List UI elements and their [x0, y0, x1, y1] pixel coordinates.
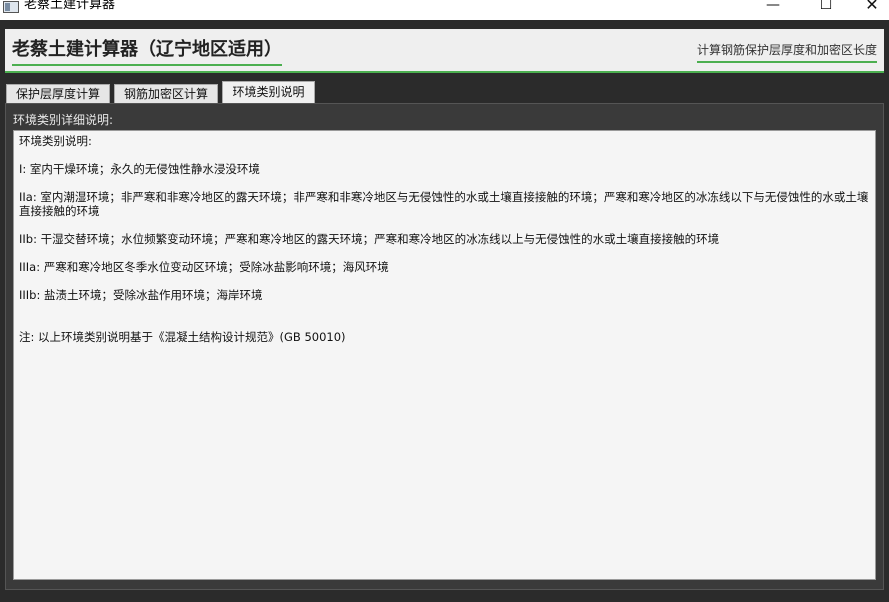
app-header: 老蔡土建计算器（辽宁地区适用） 计算钢筋保护层厚度和加密区长度: [5, 29, 884, 73]
category-iia: IIa: 室内潮湿环境；非严寒和非寒冷地区的露天环境；非严寒和非寒冷地区与无侵蚀…: [19, 190, 869, 218]
tab-environment-categories[interactable]: 环境类别说明: [222, 81, 315, 103]
description-heading: 环境类别说明:: [19, 134, 92, 148]
minimize-button[interactable]: —: [750, 0, 796, 14]
title-bar: 老蔡土建计算器 — ☐ ✕: [0, 0, 889, 20]
page-subtitle: 计算钢筋保护层厚度和加密区长度: [696, 43, 877, 63]
tab-densification-zone[interactable]: 钢筋加密区计算: [114, 84, 218, 103]
note: 注: 以上环境类别说明基于《混凝土结构设计规范》(GB 50010): [19, 330, 346, 344]
app-icon: [3, 1, 19, 13]
window-title: 老蔡土建计算器: [24, 0, 116, 12]
category-iiib: IIIb: 盐渍土环境；受除冰盐作用环境；海岸环境: [19, 288, 263, 302]
category-iiia: IIIa: 严寒和寒冷地区冬季水位变动区环境；受除冰盐影响环境；海风环境: [19, 260, 389, 274]
page-title: 老蔡土建计算器（辽宁地区适用）: [12, 39, 282, 66]
maximize-button[interactable]: ☐: [803, 0, 849, 14]
close-button[interactable]: ✕: [849, 0, 889, 14]
environment-description-textarea[interactable]: 环境类别说明: I: 室内干燥环境；永久的无侵蚀性静水浸没环境 IIa: 室内潮…: [13, 130, 876, 580]
category-iib: IIb: 干湿交替环境；水位频繁变动环境；严寒和寒冷地区的露天环境；严寒和寒冷地…: [19, 232, 720, 246]
tab-cover-thickness[interactable]: 保护层厚度计算: [6, 84, 110, 103]
details-label: 环境类别详细说明:: [13, 113, 114, 127]
category-i: I: 室内干燥环境；永久的无侵蚀性静水浸没环境: [19, 162, 260, 176]
